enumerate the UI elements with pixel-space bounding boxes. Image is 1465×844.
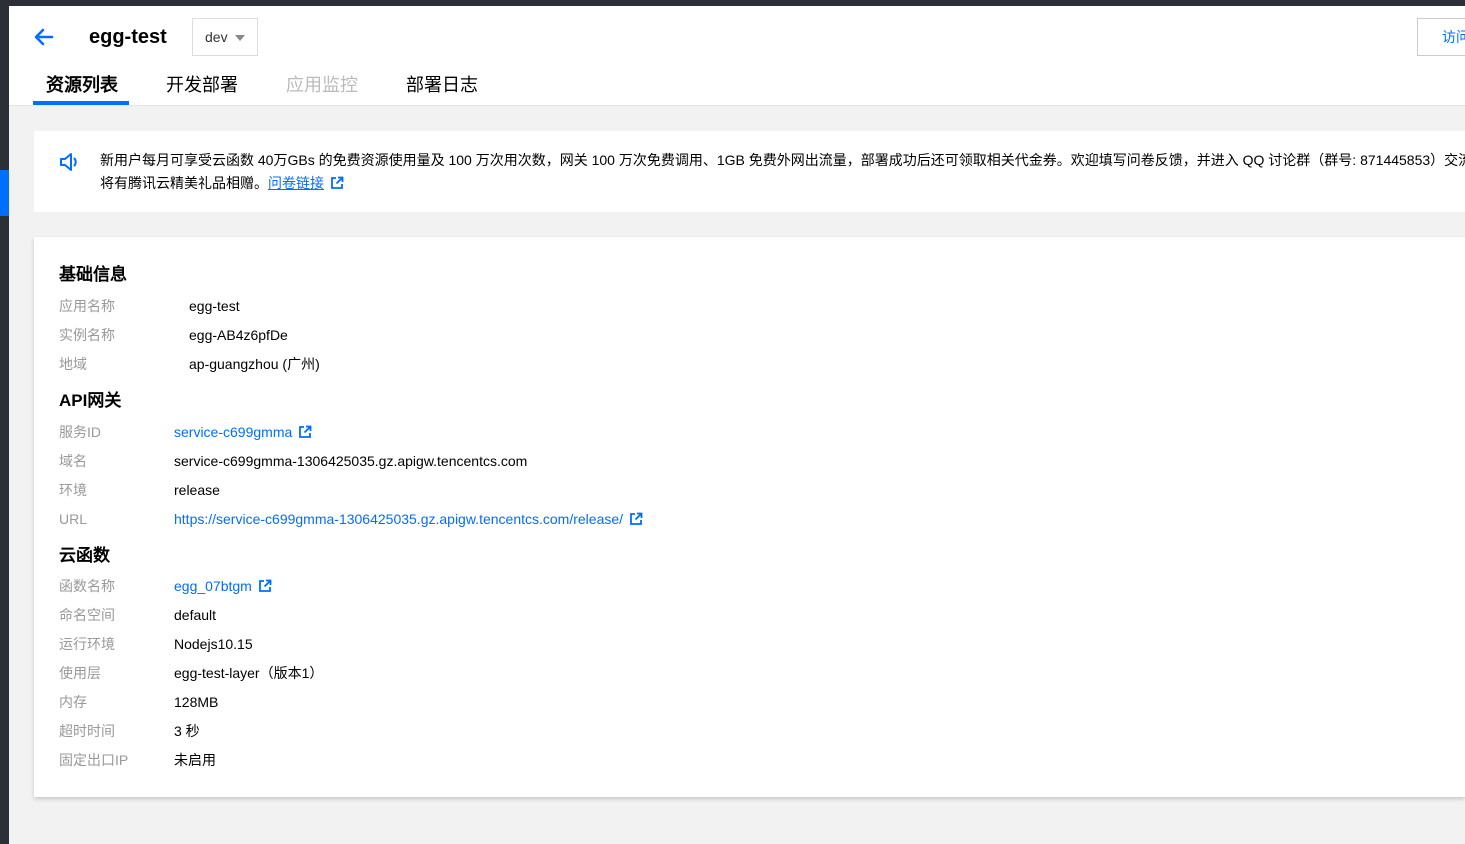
visit-button[interactable]: 访问 [1417,18,1465,56]
tab-resource-list[interactable]: 资源列表 [46,74,118,96]
row-value: ap-guangzhou (广州) [189,356,320,372]
row-label: 使用层 [59,665,101,681]
external-link-icon[interactable] [258,579,272,593]
page-header: egg-test dev 访问 资源列表 开发部署 应用监控 部署日志 [9,6,1465,106]
notice-line-2: 将有腾讯云精美礼品相赠。 [100,175,268,191]
external-link-icon[interactable] [298,425,312,439]
app-main: egg-test dev 访问 资源列表 开发部署 应用监控 部署日志 新用户每… [9,6,1465,844]
env-select-value: dev [205,29,228,45]
external-link-icon[interactable] [330,176,344,190]
page-title: egg-test [89,26,167,48]
env-select[interactable]: dev [192,18,258,56]
notice-banner: 新用户每月可享受云函数 40万GBs 的免费资源使用量及 100 万次用次数，网… [34,131,1465,212]
function-name-link[interactable]: egg_07btgm [174,576,272,596]
row-label: 超时时间 [59,723,115,739]
survey-link[interactable]: 问卷链接 [268,175,324,191]
back-arrow-icon[interactable] [31,24,57,50]
row-value: release [174,482,220,498]
url-link[interactable]: https://service-c699gmma-1306425035.gz.a… [174,509,643,529]
row-value: egg-AB4z6pfDe [189,327,288,343]
row-value: 128MB [174,694,219,710]
row-label: URL [59,511,88,527]
sidebar-active-indicator [0,170,9,216]
url-text: https://service-c699gmma-1306425035.gz.a… [174,511,624,527]
sidebar-strip [0,0,9,844]
tab-app-monitor: 应用监控 [286,75,358,95]
row-label: 域名 [59,453,87,469]
row-label: 运行环境 [59,636,115,652]
tab-dev-deploy[interactable]: 开发部署 [166,74,238,96]
row-value: egg-test [189,298,240,314]
active-tab-underline [33,101,129,105]
row-label: 服务ID [59,424,101,440]
row-value: service-c699gmma-1306425035.gz.apigw.ten… [174,453,528,469]
notice-line-1: 新用户每月可享受云函数 40万GBs 的免费资源使用量及 100 万次用次数，网… [100,152,1465,168]
row-label: 地域 [59,356,87,372]
row-label: 命名空间 [59,607,115,623]
caret-down-icon [235,35,245,41]
service-id-link[interactable]: service-c699gmma [174,422,312,442]
row-label: 实例名称 [59,327,115,343]
service-id-text: service-c699gmma [174,424,293,440]
row-label: 函数名称 [59,578,115,594]
row-label: 内存 [59,694,87,710]
speaker-icon [60,153,77,171]
row-label: 环境 [59,482,87,498]
row-value: Nodejs10.15 [174,636,253,652]
row-value: default [174,607,217,623]
row-label: 固定出口IP [59,752,129,768]
section-title-apigw: API网关 [59,391,122,410]
notice-text: 新用户每月可享受云函数 40万GBs 的免费资源使用量及 100 万次用次数，网… [100,149,1465,195]
section-title-basic: 基础信息 [59,265,127,284]
row-label: 应用名称 [59,298,115,314]
section-title-scf: 云函数 [59,546,110,565]
tab-deploy-log[interactable]: 部署日志 [406,74,478,96]
row-value: 3 秒 [174,723,200,739]
resource-card: 基础信息 应用名称 egg-test 实例名称 egg-AB4z6pfDe 地域… [34,237,1465,797]
row-value: 未启用 [174,752,216,768]
function-name-text: egg_07btgm [174,578,252,594]
notice-line-2-wrap: 将有腾讯云精美礼品相赠。问卷链接 [100,172,1465,195]
external-link-icon[interactable] [629,512,643,526]
row-value: egg-test-layer（版本1） [174,665,324,681]
